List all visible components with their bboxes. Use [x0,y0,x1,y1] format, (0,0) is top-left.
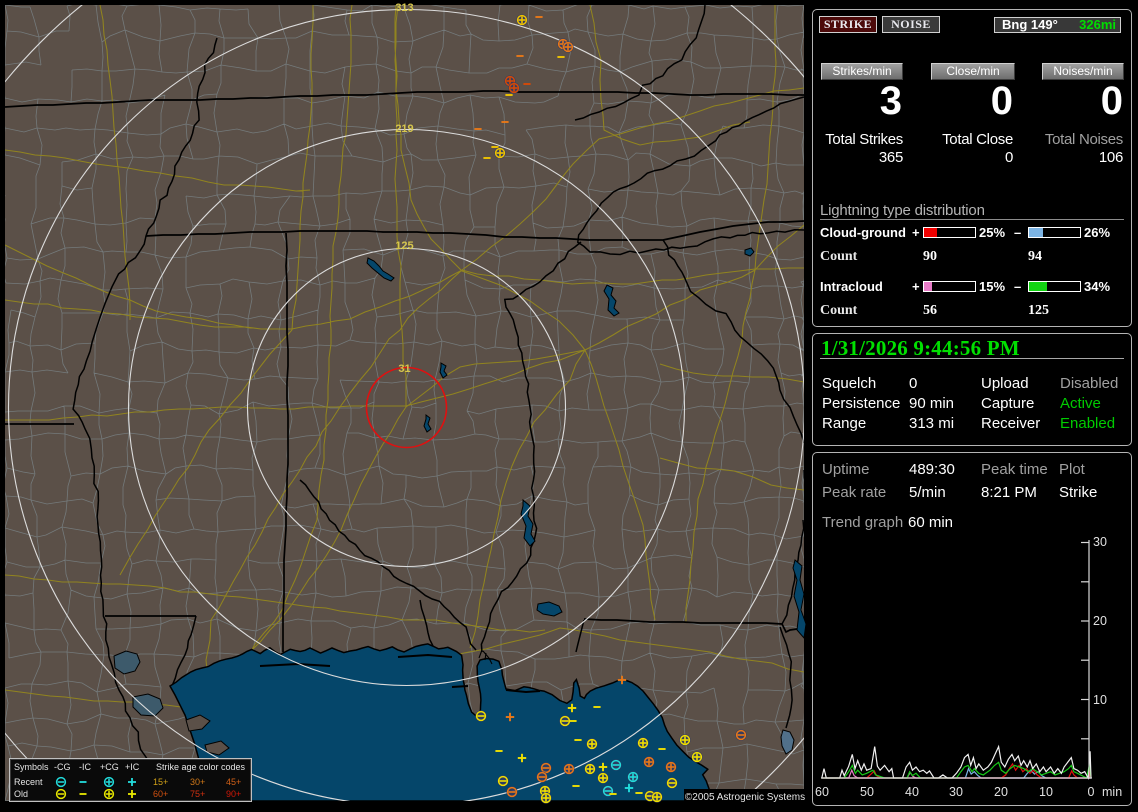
svg-text:313: 313 [395,2,413,14]
svg-text:50: 50 [860,785,874,799]
svg-text:20: 20 [994,785,1008,799]
svg-text:30: 30 [1093,535,1107,549]
svg-text:10: 10 [1039,785,1053,799]
svg-text:0: 0 [1088,785,1095,799]
svg-text:60: 60 [815,785,829,799]
svg-text:40: 40 [905,785,919,799]
svg-text:10: 10 [1093,693,1107,707]
svg-text:30: 30 [949,785,963,799]
svg-text:219: 219 [395,123,413,135]
svg-text:20: 20 [1093,614,1107,628]
svg-text:31: 31 [398,363,410,375]
svg-text:125: 125 [395,240,413,252]
svg-text:min: min [1102,785,1122,799]
